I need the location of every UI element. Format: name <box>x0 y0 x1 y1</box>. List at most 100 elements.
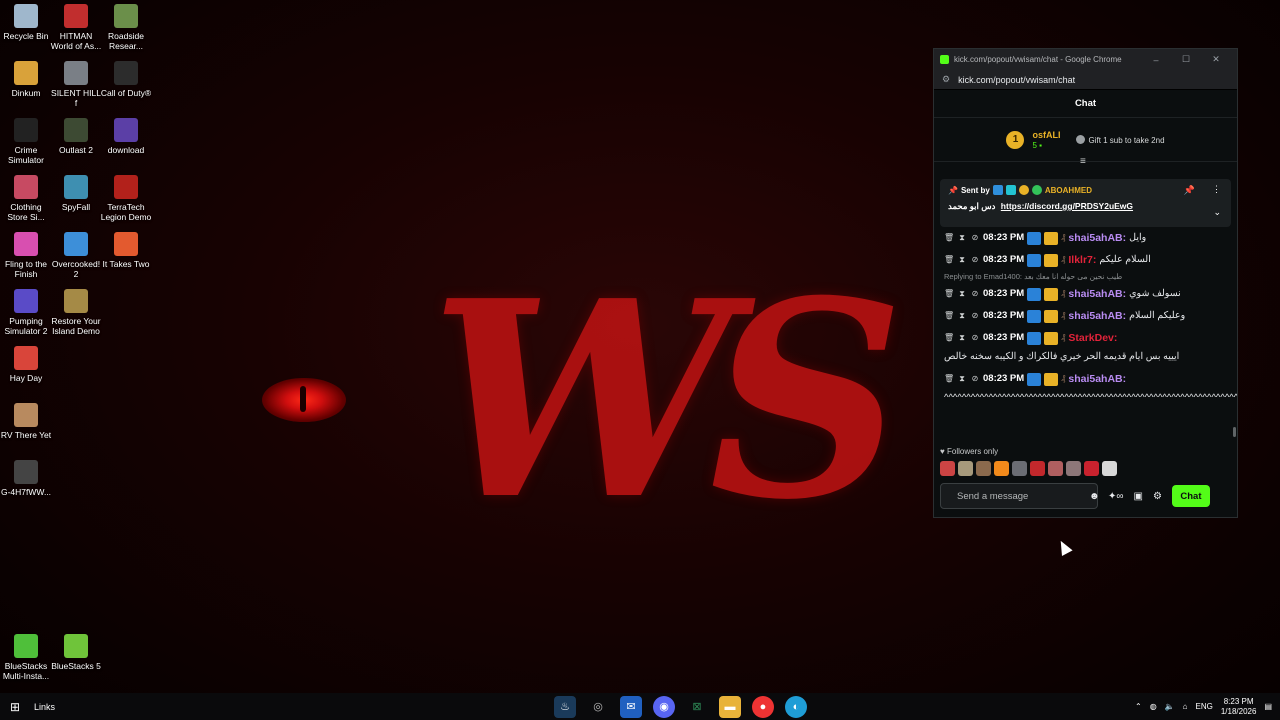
edge-icon[interactable]: ◐ <box>785 695 807 718</box>
desktop-icon[interactable]: Restore Your Island Demo <box>50 289 102 336</box>
chat-messages[interactable]: 🗑 ⧗ ⊘ 08:23 PM ₰ shai5ahAB: وايل 🗑 ⧗ ⊘ 08:23 PM ₰ Il… <box>934 227 1237 449</box>
windows-start-icon[interactable]: ⊞ <box>0 700 30 714</box>
emote-icon[interactable] <box>1012 461 1027 476</box>
message-input-box[interactable]: ☻ <box>940 483 1100 509</box>
message-username[interactable]: Ilklr7: <box>1068 252 1096 268</box>
gift-prompt[interactable]: Gift 1 sub to take 2nd <box>1076 134 1165 145</box>
emote-icon[interactable] <box>1030 461 1045 476</box>
tray-chevron-icon[interactable]: ⌃ <box>1135 702 1142 711</box>
timeout-icon[interactable]: ⧗ <box>957 230 967 246</box>
message-username[interactable]: shai5ahAB: <box>1068 308 1126 324</box>
timeout-icon[interactable]: ⧗ <box>957 330 967 346</box>
fire-emote-icon[interactable] <box>994 461 1009 476</box>
reply-context[interactable]: Replying to Emad1400: طيب نحين مى حوله ا… <box>934 271 1237 283</box>
desktop-icon[interactable]: TerraTech Legion Demo <box>100 175 152 222</box>
emote-icon[interactable] <box>958 461 973 476</box>
ban-icon[interactable]: ⊘ <box>970 371 980 387</box>
ban-icon[interactable]: ⊘ <box>970 230 980 246</box>
more-options-icon[interactable]: ⋮ <box>1212 184 1221 195</box>
desktop-icon[interactable]: Overcooked! 2 <box>50 232 102 279</box>
desktop-icon[interactable]: Fling to the Finish <box>0 232 52 279</box>
tray-app-icon[interactable]: ◍ <box>1150 702 1157 711</box>
emote-icon[interactable] <box>1048 461 1063 476</box>
excel-icon[interactable]: ⊠ <box>686 696 708 718</box>
message-input[interactable] <box>957 490 1089 502</box>
window-titlebar[interactable]: kick.com/popout/vwisam/chat - Google Chr… <box>934 49 1237 70</box>
chat-message[interactable]: 🗑 ⧗ ⊘ 08:23 PM ₰ shai5ahAB: وعليكم السلام <box>934 305 1237 327</box>
desktop-icon[interactable]: Outlast 2 <box>50 118 102 155</box>
ban-icon[interactable]: ⊘ <box>970 286 980 302</box>
desktop-icon[interactable]: HITMAN World of As... <box>50 4 102 51</box>
emote-bar[interactable] <box>940 461 1117 476</box>
desktop-icon[interactable]: Hay Day <box>0 346 52 383</box>
close-icon[interactable]: ✕ <box>1201 54 1231 65</box>
chrome-icon[interactable]: ● <box>752 695 774 718</box>
desktop-icon[interactable]: Roadside Resear... <box>100 4 152 51</box>
emote-icon[interactable] <box>1066 461 1081 476</box>
desktop-icon[interactable]: download <box>100 118 152 155</box>
timeout-icon[interactable]: ⧗ <box>957 308 967 324</box>
desktop-icon[interactable]: Call of Duty® <box>100 61 152 98</box>
filter-icon[interactable]: ≡ <box>1080 156 1086 167</box>
pinned-link[interactable]: https://discord.gg/PRDSY2uEwG <box>1001 201 1133 211</box>
desktop-icon[interactable]: Clothing Store Si... <box>0 175 52 222</box>
pinned-sender[interactable]: ABOAHMED <box>1045 186 1092 195</box>
send-chat-button[interactable]: Chat <box>1171 485 1210 507</box>
desktop-icon[interactable]: SILENT HILL f <box>50 61 102 108</box>
timeout-icon[interactable]: ⧗ <box>957 371 967 387</box>
broken-heart-emote-icon[interactable] <box>1084 461 1099 476</box>
desktop-icon[interactable]: Recycle Bin <box>0 4 52 41</box>
chat-message[interactable]: 🗑 ⧗ ⊘ 08:23 PM ₰ Ilklr7: السلام عليكم <box>934 249 1237 271</box>
chrome-popout-window[interactable]: kick.com/popout/vwisam/chat - Google Chr… <box>933 48 1238 518</box>
file-explorer-icon[interactable]: ▬ <box>719 695 741 718</box>
timeout-icon[interactable]: ⧗ <box>957 252 967 268</box>
chat-message[interactable]: 🗑 ⧗ ⊘ 08:23 PM ₰ StarkDev: ايييه بس ايام قديمه… <box>934 327 1237 368</box>
timeout-icon[interactable]: ⧗ <box>957 286 967 302</box>
trash-icon[interactable]: 🗑 <box>944 252 954 268</box>
desktop-icon[interactable]: It Takes Two <box>100 232 152 269</box>
pin-icon[interactable]: 📌 <box>1184 185 1195 196</box>
desktop-icon[interactable]: BlueStacks Multi-Insta... <box>0 634 52 681</box>
links-toolbar[interactable]: Links <box>34 702 55 712</box>
message-username[interactable]: shai5ahAB: <box>1068 230 1126 246</box>
desktop-icon[interactable]: BlueStacks 5 <box>50 634 102 671</box>
gift-leaderboard[interactable]: 1 osfALI 5 ▪ Gift 1 sub to take 2nd ≡ <box>934 118 1237 167</box>
message-username[interactable]: shai5ahAB: <box>1068 371 1126 387</box>
emote-icon[interactable] <box>1102 461 1117 476</box>
trash-icon[interactable]: 🗑 <box>944 371 954 387</box>
store-icon[interactable]: ▣ <box>1134 491 1143 502</box>
pinned-message[interactable]: 📌 Sent by ABOAHMED دس ابو محمد https://d… <box>940 179 1231 227</box>
mail-icon[interactable]: ✉ <box>620 695 642 718</box>
emoji-icon[interactable]: ☻ <box>1089 491 1100 502</box>
desktop-icon[interactable]: G-4H7fWW... <box>0 460 52 497</box>
maximize-icon[interactable]: ☐ <box>1171 54 1201 65</box>
minimize-icon[interactable]: – <box>1141 55 1171 65</box>
desktop-icon[interactable]: RV There Yet <box>0 403 52 440</box>
speaker-icon[interactable]: 🔈 <box>1165 702 1175 711</box>
address-bar[interactable]: ⚙ kick.com/popout/vwisam/chat <box>934 70 1237 90</box>
desktop-icon[interactable]: SpyFall <box>50 175 102 212</box>
message-username[interactable]: StarkDev: <box>1068 330 1117 346</box>
points-icon[interactable]: ✦∞ <box>1108 491 1124 502</box>
chevron-down-icon[interactable]: ⌄ <box>1213 207 1221 218</box>
site-settings-icon[interactable]: ⚙ <box>942 74 950 85</box>
chat-scrollbar[interactable] <box>1233 427 1236 437</box>
language-indicator[interactable]: ENG <box>1196 702 1213 711</box>
discord-icon[interactable]: ◉ <box>653 695 675 718</box>
ban-icon[interactable]: ⊘ <box>970 330 980 346</box>
emote-icon[interactable] <box>940 461 955 476</box>
chat-message[interactable]: 🗑 ⧗ ⊘ 08:23 PM ₰ shai5ahAB: نسولف شوي <box>934 283 1237 305</box>
trash-icon[interactable]: 🗑 <box>944 286 954 302</box>
trash-icon[interactable]: 🗑 <box>944 230 954 246</box>
chat-message[interactable]: 🗑 ⧗ ⊘ 08:23 PM ₰ shai5ahAB: وايل <box>934 227 1237 249</box>
desktop-icon[interactable]: Dinkum <box>0 61 52 98</box>
network-icon[interactable]: ⌂ <box>1183 702 1188 711</box>
emote-icon[interactable] <box>976 461 991 476</box>
message-username[interactable]: shai5ahAB: <box>1068 286 1126 302</box>
trash-icon[interactable]: 🗑 <box>944 330 954 346</box>
chat-message[interactable]: 🗑 ⧗ ⊘ 08:23 PM ₰ shai5ahAB: ^^^^^^^^^^^^^^^^^^… <box>934 368 1237 409</box>
desktop-icon[interactable]: Pumping Simulator 2 <box>0 289 52 336</box>
trash-icon[interactable]: 🗑 <box>944 308 954 324</box>
ban-icon[interactable]: ⊘ <box>970 252 980 268</box>
url-text[interactable]: kick.com/popout/vwisam/chat <box>958 75 1075 85</box>
